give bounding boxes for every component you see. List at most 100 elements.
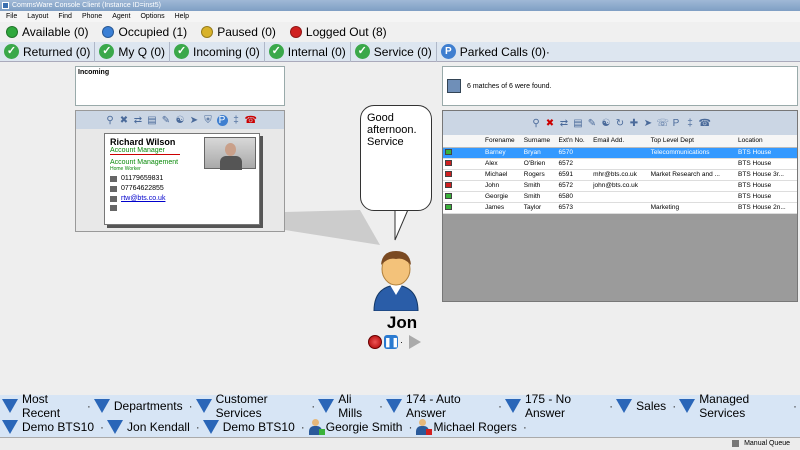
conference-icon[interactable]: ☯ — [601, 118, 612, 129]
transfer-icon[interactable]: ⇄ — [559, 118, 570, 129]
separator: · — [609, 398, 614, 413]
speed-dial-group[interactable]: Jon Kendall — [107, 419, 190, 434]
cell-dept: Market Research and ... — [648, 169, 737, 181]
presence-icon — [426, 428, 433, 435]
speed-dial-group[interactable]: Managed Services — [679, 392, 787, 420]
table-row[interactable]: James Taylor 6573 Marketing BTS House 2n... — [443, 202, 797, 214]
table-row[interactable]: John Smith 6572 john@bts.co.uk BTS House — [443, 180, 797, 192]
directory-summary: 6 matches of 6 were found. — [442, 66, 798, 106]
separator: · — [497, 398, 502, 413]
play-button[interactable] — [409, 335, 421, 349]
dial-icon[interactable]: ☏ — [657, 118, 670, 129]
column-header-1[interactable]: Forename — [483, 135, 522, 148]
cell-forename: Michael — [483, 169, 522, 181]
contact-card-icon[interactable]: ▤ — [573, 118, 584, 129]
column-header-3[interactable]: Ext'n No. — [556, 135, 592, 148]
search-icon[interactable]: ⚲ — [531, 118, 542, 129]
group-filter-icon — [2, 398, 18, 413]
cell-dept — [648, 158, 737, 170]
empty-row — [443, 257, 797, 268]
pause-button[interactable]: ❚❚ — [384, 335, 399, 349]
column-header-4[interactable]: Email Add. — [591, 135, 649, 148]
hold-icon[interactable]: ‡ — [685, 118, 696, 129]
separator: · — [311, 398, 316, 413]
status-cell — [443, 202, 483, 214]
refresh-icon[interactable]: ↻ — [615, 118, 626, 129]
match-count: 6 matches of 6 were found. — [467, 82, 552, 90]
cell-surname: Smith — [521, 191, 557, 203]
speed-dial-group[interactable]: Departments — [93, 398, 183, 413]
cell-forename: Barney — [483, 147, 522, 159]
speed-dial-person[interactable]: Georgie Smith — [308, 418, 403, 435]
speed-dial-label: Customer Services — [215, 391, 268, 420]
presence-icon — [445, 203, 452, 210]
separator: · — [408, 419, 413, 434]
speed-dial-label: 175 - No Answer — [524, 391, 572, 420]
status-cell — [443, 191, 483, 203]
speed-dial-label: Ali Mills — [338, 391, 363, 420]
cell-ext: 6570 — [556, 147, 592, 159]
cell-email — [591, 202, 649, 214]
speed-dial-group[interactable]: Demo BTS10 — [202, 419, 295, 434]
forward-icon[interactable]: ➤ — [643, 118, 654, 129]
cell-forename: John — [483, 180, 522, 192]
person-icon — [415, 418, 433, 435]
separator: · — [100, 419, 105, 434]
group-filter-icon — [504, 398, 521, 413]
directory-panel: ⚲ ✖ ⇄ ▤ ✎ ☯ ↻ ✚ ➤ ☏ P ‡ ☎ Forename Surnam… — [442, 110, 798, 302]
cancel-icon[interactable]: ✖ — [545, 118, 556, 129]
speed-dial-group[interactable]: Sales — [616, 398, 667, 413]
cell-forename: James — [483, 202, 522, 214]
speed-dial-group[interactable]: 174 - Auto Answer — [385, 391, 492, 420]
cell-forename: Georgie — [483, 191, 522, 203]
cell-dept: Telecommunications — [648, 147, 737, 159]
queue-mode-icon — [732, 439, 740, 447]
cell-location: BTS House — [736, 191, 797, 203]
cell-forename: Alex — [483, 158, 522, 170]
column-header-2[interactable]: Surname — [521, 135, 557, 148]
table-row[interactable]: Alex O'Brien 6572 BTS House — [443, 158, 797, 170]
cell-email — [591, 191, 649, 203]
table-row[interactable]: Barney Bryan 6570 Telecommunications BTS Hou… — [443, 147, 797, 159]
add-icon[interactable]: ✚ — [629, 118, 640, 129]
agent-avatar-icon[interactable] — [368, 245, 424, 311]
column-header-5[interactable]: Top Level Dept — [648, 135, 737, 148]
hangup-icon[interactable]: ☎ — [699, 118, 711, 129]
cell-ext: 6591 — [556, 169, 592, 181]
group-filter-icon — [318, 398, 335, 413]
speed-dial-label: Georgie Smith — [325, 419, 403, 434]
table-row[interactable]: Georgie Smith 6580 BTS House — [443, 191, 797, 203]
speed-dial-group[interactable]: Demo BTS10 — [2, 419, 94, 434]
speed-dial-label: Jon Kendall — [127, 419, 190, 434]
speed-dial-label: 174 - Auto Answer — [405, 391, 461, 420]
table-row[interactable]: Michael Rogers 6591 mhr@bts.co.uk Market Res… — [443, 169, 797, 181]
edit-icon[interactable]: ✎ — [587, 118, 598, 129]
cell-email: mhr@bts.co.uk — [591, 169, 649, 181]
group-filter-icon — [202, 419, 219, 434]
status-cell — [443, 180, 483, 192]
cell-location: BTS House 3r... — [736, 169, 797, 181]
record-button[interactable] — [368, 335, 382, 349]
speed-dial-group[interactable]: Customer Services — [195, 391, 306, 420]
bottom-status-bar: Manual Queue — [0, 437, 800, 450]
speed-dial-label: Sales — [636, 398, 667, 413]
cell-location: BTS House — [736, 180, 797, 192]
speed-dial-person[interactable]: Michael Rogers — [415, 418, 517, 435]
directory-toolbar: ⚲ ✖ ⇄ ▤ ✎ ☯ ↻ ✚ ➤ ☏ P ‡ ☎ — [443, 111, 797, 135]
status-cell — [443, 158, 483, 170]
presence-icon — [445, 170, 452, 177]
park-icon[interactable]: P — [671, 118, 682, 129]
column-header-0[interactable] — [443, 135, 483, 148]
speed-dial-group[interactable]: Most Recent — [2, 392, 81, 420]
greeting-text: Good afternoon. Service — [367, 112, 417, 148]
cell-location: BTS House — [736, 147, 797, 159]
cell-location: BTS House 2n... — [736, 202, 797, 214]
cell-surname: Rogers — [521, 169, 557, 181]
empty-row — [443, 224, 797, 235]
group-filter-icon — [2, 419, 18, 434]
speed-dial-group[interactable]: 175 - No Answer — [504, 391, 603, 420]
queue-mode[interactable]: Manual Queue — [744, 440, 790, 447]
speed-dial-group[interactable]: Ali Mills — [318, 392, 373, 420]
column-header-6[interactable]: Location — [736, 135, 797, 148]
separator: · — [300, 419, 305, 434]
